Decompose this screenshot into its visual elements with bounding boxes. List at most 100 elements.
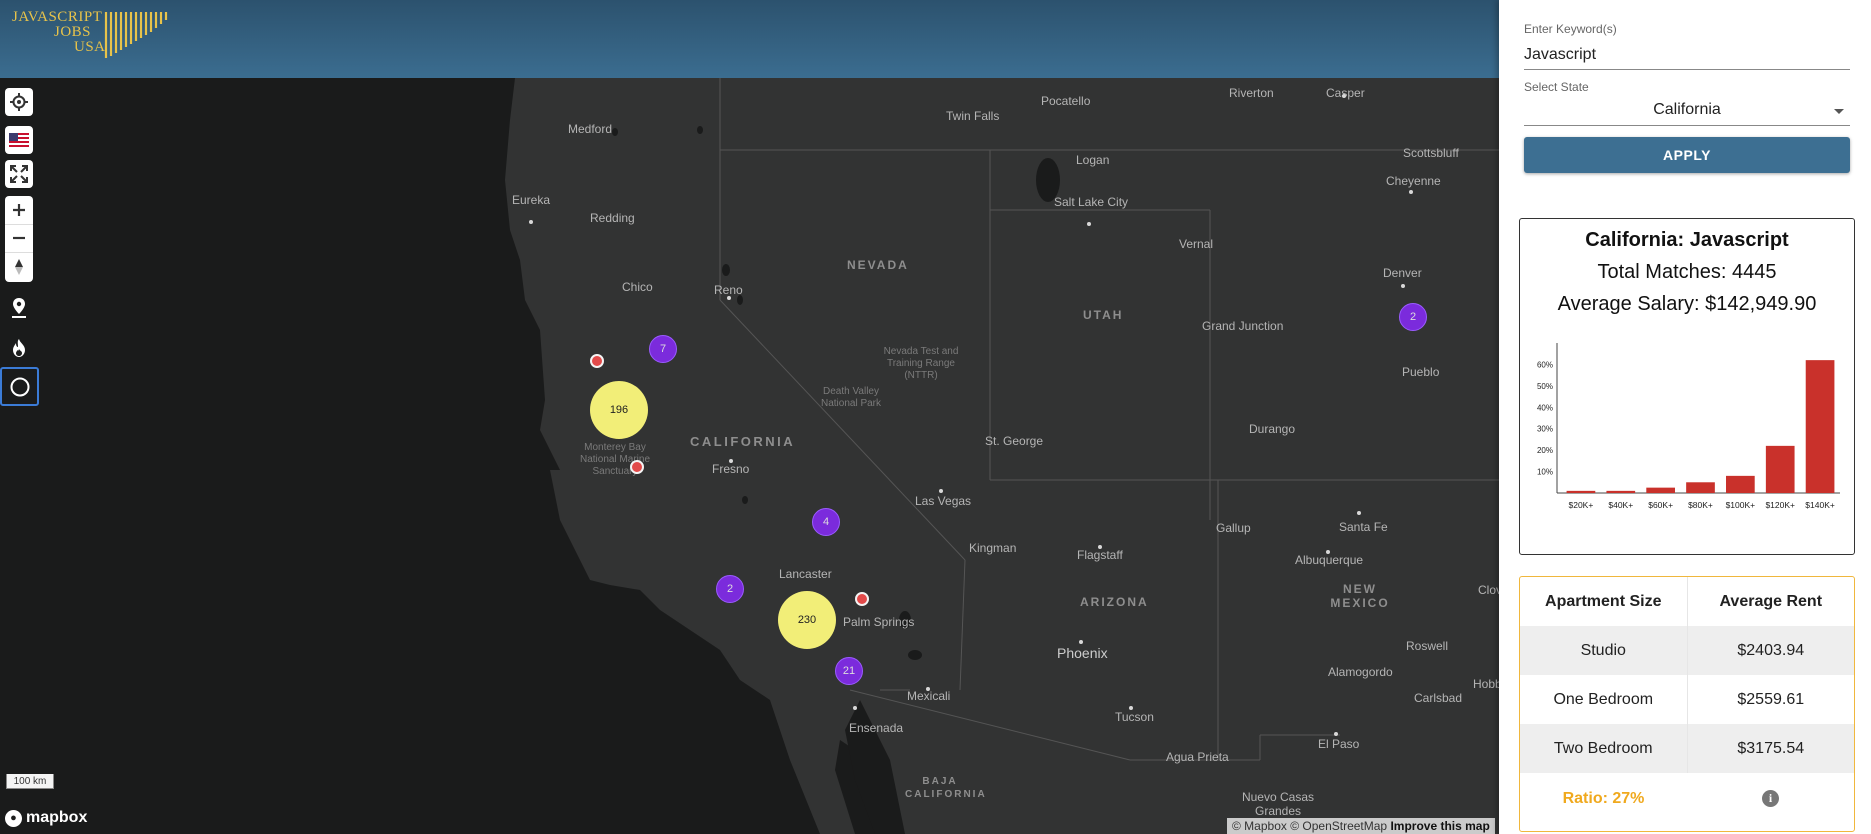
rent-size: Two Bedroom — [1520, 724, 1688, 773]
chart-y-tick-label: 40% — [1537, 403, 1553, 412]
job-cluster[interactable]: 21 — [835, 657, 863, 685]
chart-bar — [1686, 482, 1715, 493]
geolocate-button[interactable] — [5, 88, 33, 116]
header-average-rent: Average Rent — [1719, 592, 1823, 610]
stats-title: California: Javascript — [1585, 229, 1789, 251]
job-marker[interactable] — [855, 592, 869, 606]
place-dot — [1334, 732, 1338, 736]
logo-line-2: JOBS — [54, 24, 92, 40]
place-label: Phoenix — [1057, 645, 1108, 661]
place-label: Lancaster — [779, 567, 832, 581]
job-cluster[interactable]: 230 — [778, 591, 836, 649]
place-dot — [729, 459, 733, 463]
crosshair-icon — [10, 93, 28, 111]
plus-icon — [13, 203, 25, 216]
compass-button[interactable] — [5, 253, 33, 282]
chart-x-tick-label: $20K+ — [1569, 500, 1594, 510]
markers-toggle[interactable] — [5, 294, 33, 322]
place-label: Clovis — [1478, 583, 1499, 597]
place-label: Mexicali — [907, 689, 951, 703]
map-basemap — [0, 78, 1499, 834]
chart-bar — [1805, 360, 1835, 493]
place-label: Cheyenne — [1386, 174, 1441, 188]
place-label: Medford — [568, 122, 613, 136]
job-cluster[interactable]: 7 — [649, 335, 677, 363]
chart-x-tick-label: $40K+ — [1608, 500, 1633, 510]
clusters-toggle[interactable] — [0, 367, 39, 406]
place-label: Eureka — [512, 193, 551, 207]
place-label: Casper — [1326, 86, 1365, 100]
place-label: Roswell — [1406, 639, 1449, 653]
rent-ratio: Ratio: 27% — [1562, 789, 1645, 807]
place-label: Chico — [622, 280, 653, 294]
place-label: Pueblo — [1402, 365, 1440, 379]
zoom-controls — [5, 196, 33, 282]
place-label: Scottsbluff — [1403, 146, 1459, 160]
place-dot — [1326, 550, 1330, 554]
average-salary: Average Salary: $142,949.90 — [1557, 293, 1817, 315]
total-matches: Total Matches: 4445 — [1597, 261, 1777, 283]
region-utah: UTAH — [1083, 308, 1124, 322]
stats-card: California: Javascript Total Matches: 44… — [1519, 218, 1855, 555]
chart-y-tick-label: 20% — [1537, 446, 1553, 455]
flame-icon — [13, 339, 25, 357]
place-label: Carlsbad — [1414, 691, 1463, 705]
map-canvas[interactable]: NEVADA UTAH CALIFORNIA ARIZONA NEW MEXIC… — [0, 78, 1499, 834]
place-dot — [853, 706, 857, 710]
improve-map-link[interactable]: Improve this map — [1390, 819, 1489, 833]
rent-size: One Bedroom — [1520, 675, 1688, 724]
state-select[interactable]: California — [1524, 98, 1850, 126]
search-panel: Enter Keyword(s) Javascript Select State… — [1499, 0, 1871, 834]
place-label: Logan — [1076, 153, 1110, 167]
zoom-in-button[interactable] — [5, 196, 33, 225]
region-arizona: ARIZONA — [1080, 595, 1149, 609]
job-marker[interactable] — [630, 460, 644, 474]
region-baja-california: BAJA CALIFORNIA — [905, 776, 987, 800]
place-dot — [1079, 640, 1083, 644]
zoom-out-button[interactable] — [5, 225, 33, 254]
heatmap-toggle[interactable] — [5, 334, 33, 362]
keyword-label: Enter Keyword(s) — [1524, 22, 1617, 36]
chart-x-tick-label: $80K+ — [1688, 500, 1713, 510]
park-death-valley: Death Valley National Park — [820, 386, 882, 409]
chart-x-tick-label: $60K+ — [1648, 500, 1673, 510]
logo[interactable]: JAVASCRIPT JOBS USA — [12, 10, 172, 64]
place-label: Gallup — [1216, 521, 1251, 535]
header-apartment-size: Apartment Size — [1520, 577, 1688, 626]
salary-distribution-chart: 10% 20% 30% 40% 50% 60% $20K+ $40K+ $60K+ $80K+ $1… — [1537, 343, 1840, 510]
map-pin-icon — [12, 298, 26, 318]
place-dot — [1129, 706, 1133, 710]
place-dot — [1087, 222, 1091, 226]
place-label: Kingman — [969, 541, 1017, 555]
place-label: St. George — [985, 434, 1044, 448]
job-cluster[interactable]: 196 — [590, 381, 648, 439]
chart-y-tick-label: 60% — [1537, 360, 1553, 369]
fullscreen-button[interactable] — [5, 160, 33, 188]
chart-bar — [1765, 445, 1795, 493]
chevron-down-icon — [1834, 109, 1844, 114]
keyword-input[interactable]: Javascript — [1524, 40, 1850, 70]
chart-y-tick-label: 10% — [1537, 468, 1553, 477]
park-nttr: Nevada Test and Training Range (NTTR) — [883, 346, 959, 381]
info-icon[interactable]: i — [1762, 790, 1779, 807]
table-row: Studio $2403.94 — [1520, 626, 1854, 675]
logo-text: JAVASCRIPT JOBS USA — [12, 10, 106, 55]
place-label: Las Vegas — [915, 494, 972, 508]
us-view-button[interactable] — [5, 126, 33, 154]
attribution-osm[interactable]: © OpenStreetMap — [1290, 819, 1387, 833]
job-cluster[interactable]: 2 — [1399, 303, 1427, 331]
job-cluster[interactable]: 4 — [812, 508, 840, 536]
chart-bar — [1646, 487, 1675, 493]
region-california: CALIFORNIA — [690, 434, 796, 449]
job-marker[interactable] — [590, 354, 604, 368]
ratio-row: Ratio: 27% i — [1520, 774, 1854, 823]
place-dot — [1401, 284, 1405, 288]
minus-icon — [13, 237, 25, 240]
chart-y-tick-label: 30% — [1537, 425, 1553, 434]
apply-button[interactable]: APPLY — [1524, 137, 1850, 173]
job-cluster[interactable]: 2 — [716, 575, 744, 603]
mapbox-logo[interactable]: ● mapbox — [5, 809, 87, 827]
place-label: Redding — [590, 211, 635, 225]
attribution-mapbox[interactable]: © Mapbox — [1232, 819, 1287, 833]
chart-bar — [1566, 490, 1596, 493]
